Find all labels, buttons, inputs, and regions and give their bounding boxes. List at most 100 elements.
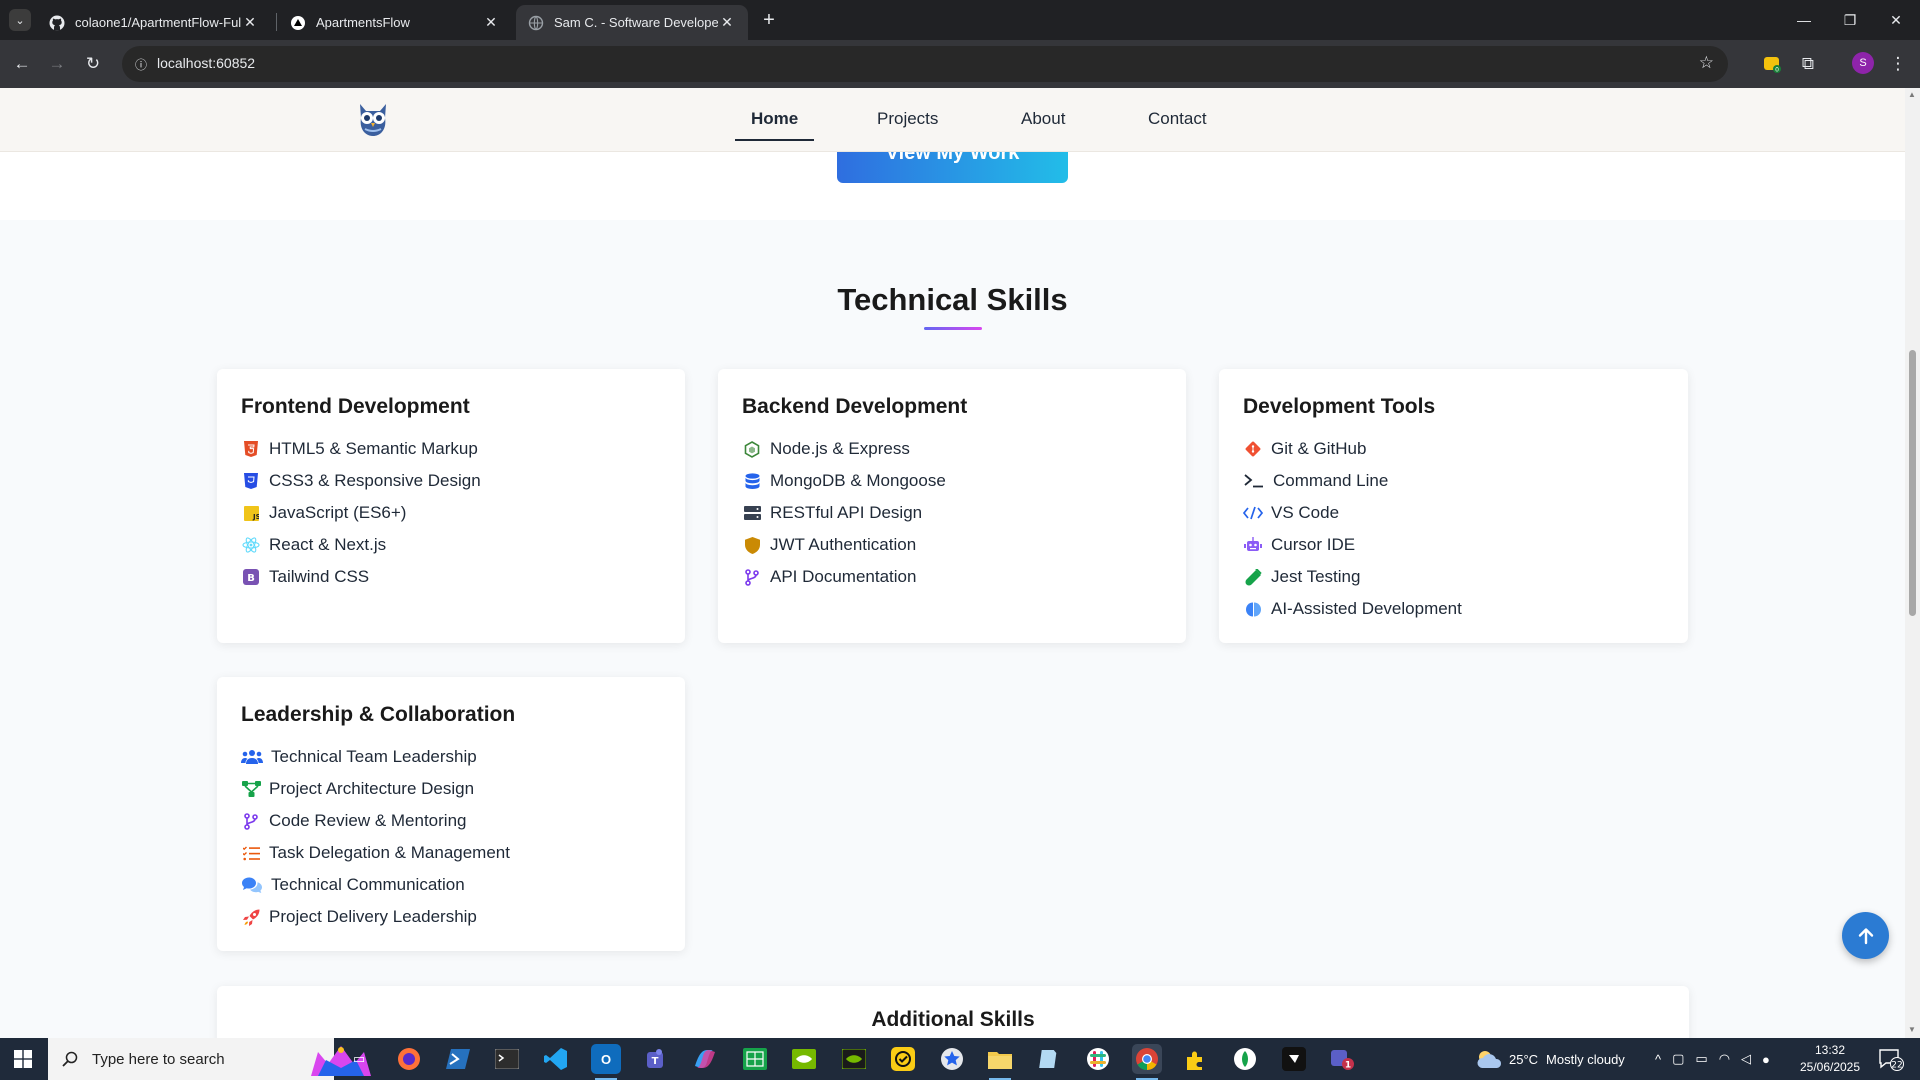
tab-title: Sam C. - Software Developer Po <box>554 15 718 30</box>
scroll-down-arrow-icon[interactable]: ▼ <box>1908 1025 1916 1034</box>
skill-list: Technical Team Leadership Project Archit… <box>241 741 661 933</box>
scroll-to-top-button[interactable] <box>1842 912 1889 959</box>
star-app-icon[interactable] <box>937 1044 967 1074</box>
taskbar-search-box[interactable]: Type here to search <box>48 1038 371 1080</box>
skill-label: AI-Assisted Development <box>1271 599 1462 618</box>
nvidia-icon[interactable] <box>789 1044 819 1074</box>
task-view-icon[interactable]: ▭ <box>344 1044 374 1074</box>
skill-item: Cursor IDE <box>1243 529 1664 561</box>
svg-text:B: B <box>247 573 255 584</box>
site-info-icon[interactable]: ⓘ <box>130 53 152 75</box>
battery-icon[interactable]: ▭ <box>1695 1051 1707 1067</box>
tab-github[interactable]: colaone1/ApartmentFlow-Fullst ✕ <box>37 5 271 40</box>
skill-list: Node.js & Express MongoDB & Mongoose RES… <box>742 433 1162 593</box>
forward-button[interactable]: → <box>45 52 69 76</box>
skill-label: Tailwind CSS <box>269 567 370 586</box>
tab-search-button[interactable]: ⌄ <box>9 9 31 31</box>
bookmark-star-icon[interactable]: ☆ <box>1699 53 1714 73</box>
skill-list: HTML5 & Semantic Markup CSS3 & Responsiv… <box>241 433 661 593</box>
search-placeholder[interactable]: Type here to search <box>92 1051 225 1068</box>
restore-button[interactable]: ❐ <box>1827 0 1873 40</box>
svg-text:T: T <box>652 1056 659 1067</box>
nav-home[interactable]: Home <box>751 109 798 129</box>
skill-item: Jest Testing <box>1243 561 1664 593</box>
notepad-icon[interactable] <box>1034 1044 1064 1074</box>
skill-item: React & Next.js <box>241 529 661 561</box>
green-leaf-app-icon[interactable] <box>1230 1044 1260 1074</box>
skill-label: VS Code <box>1271 503 1340 522</box>
close-icon[interactable]: ✕ <box>718 14 736 31</box>
firefox-icon[interactable] <box>394 1044 424 1074</box>
vial-icon <box>1243 567 1263 587</box>
address-bar[interactable]: ⓘ localhost:60852 ☆ <box>122 46 1728 82</box>
card-title: Development Tools <box>1243 395 1436 418</box>
skill-item: RESTful API Design <box>742 497 1162 529</box>
weather-widget[interactable]: 25°C Mostly cloudy <box>1475 1038 1625 1080</box>
chrome-icon[interactable] <box>1132 1044 1162 1080</box>
excel-like-app-icon[interactable] <box>740 1044 770 1074</box>
nvidia-broadcast-icon[interactable] <box>839 1044 869 1074</box>
nav-contact[interactable]: Contact <box>1148 109 1207 129</box>
skill-label: Git & GitHub <box>1271 439 1367 458</box>
new-tab-button[interactable]: + <box>757 8 781 32</box>
nav-projects[interactable]: Projects <box>877 109 938 129</box>
skill-label: CSS3 & Responsive Design <box>269 471 481 490</box>
scroll-up-arrow-icon[interactable]: ▲ <box>1908 90 1916 99</box>
back-button[interactable]: ← <box>10 52 34 76</box>
rocket-icon <box>241 907 261 927</box>
tab-apartmentsflow[interactable]: ApartmentsFlow ✕ <box>278 5 512 40</box>
dark-app-icon[interactable] <box>1279 1044 1309 1074</box>
vscode-icon[interactable] <box>541 1044 571 1074</box>
card-title: Frontend Development <box>241 395 470 418</box>
close-icon[interactable]: ✕ <box>241 14 259 31</box>
javascript-icon: JS <box>241 503 261 523</box>
profile-avatar[interactable]: S <box>1852 52 1874 74</box>
checklist-app-icon[interactable] <box>888 1044 918 1074</box>
puzzle-app-icon[interactable] <box>1181 1044 1211 1074</box>
css3-icon <box>241 471 261 491</box>
minimize-button[interactable]: — <box>1781 0 1827 40</box>
taskbar-clock[interactable]: 13:32 25/06/2025 <box>1790 1042 1870 1076</box>
extensions-puzzle-icon[interactable]: ⧉ <box>1796 52 1820 76</box>
git-icon <box>1243 439 1263 459</box>
teams-classic-icon[interactable]: 1 <box>1328 1044 1358 1074</box>
nodejs-icon <box>742 439 762 459</box>
tray-chevron-up-icon[interactable]: ^ <box>1655 1052 1661 1067</box>
browser-menu-icon[interactable]: ⋮ <box>1886 52 1910 76</box>
title-accent-bar <box>924 327 982 330</box>
svg-text:22: 22 <box>1891 1061 1902 1071</box>
microphone-icon[interactable]: ● <box>1762 1052 1770 1067</box>
weather-condition: Mostly cloudy <box>1546 1051 1625 1067</box>
terminal-app-icon[interactable] <box>492 1044 522 1074</box>
outlook-icon[interactable]: O <box>591 1044 621 1080</box>
skill-item: Code Review & Mentoring <box>241 805 661 837</box>
tab-portfolio[interactable]: Sam C. - Software Developer Po ✕ <box>516 5 748 40</box>
skill-label: Cursor IDE <box>1271 535 1356 554</box>
close-icon[interactable]: ✕ <box>482 14 500 31</box>
file-explorer-icon[interactable] <box>985 1044 1015 1080</box>
powershell-icon[interactable] <box>443 1044 473 1074</box>
reload-button[interactable]: ↻ <box>81 52 105 76</box>
skill-item: JS JavaScript (ES6+) <box>241 497 661 529</box>
skill-label: API Documentation <box>770 567 917 586</box>
clock-date: 25/06/2025 <box>1799 1060 1861 1074</box>
shield-icon <box>742 535 762 555</box>
skill-item: B Tailwind CSS <box>241 561 661 593</box>
extension-icon[interactable]: 0 <box>1760 52 1784 76</box>
brain-icon <box>1243 599 1263 619</box>
teams-icon[interactable]: T <box>640 1044 670 1074</box>
copilot-icon[interactable] <box>690 1044 720 1074</box>
start-button[interactable] <box>0 1038 46 1080</box>
window-close-button[interactable]: ✕ <box>1873 0 1919 40</box>
sitemap-icon <box>241 779 261 799</box>
volume-icon[interactable]: ◁ <box>1741 1051 1751 1067</box>
nav-about[interactable]: About <box>1021 109 1065 129</box>
url-text[interactable]: localhost:60852 <box>157 55 255 71</box>
page-scrollbar[interactable]: ▲ ▼ <box>1905 88 1920 1038</box>
scrollbar-thumb[interactable] <box>1909 350 1916 616</box>
notification-center-icon[interactable]: 22 <box>1878 1047 1904 1071</box>
slack-icon[interactable] <box>1083 1044 1113 1074</box>
tray-device-icon[interactable]: ▢ <box>1672 1051 1684 1067</box>
owl-logo-icon[interactable] <box>352 98 394 140</box>
wifi-icon[interactable]: ◠ <box>1719 1051 1730 1067</box>
